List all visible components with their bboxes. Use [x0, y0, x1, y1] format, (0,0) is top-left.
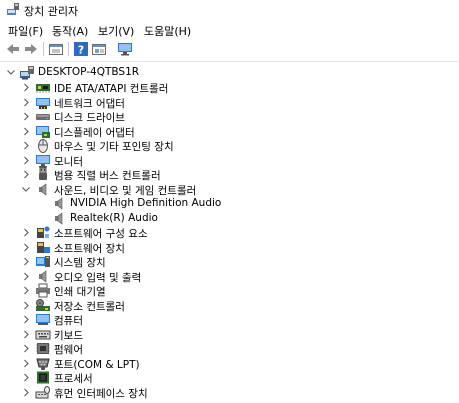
print-queue-icon [35, 283, 51, 298]
mouse-icon [35, 138, 51, 153]
properties-icon[interactable] [48, 41, 64, 57]
keyboard-icon [35, 327, 51, 342]
tree-item-monitor[interactable]: 모니터 [0, 153, 459, 168]
svg-text:?: ? [78, 44, 84, 57]
chevron-right-icon[interactable] [21, 299, 31, 312]
chevron-right-icon[interactable] [21, 313, 31, 326]
software-component-icon [35, 225, 51, 240]
menu-view[interactable]: 보기(V) [98, 23, 134, 39]
chevron-right-icon[interactable] [21, 241, 31, 254]
storage-controller-icon [35, 298, 51, 313]
speaker-icon [51, 211, 67, 226]
tree-item-disk[interactable]: 디스크 드라이브 [0, 109, 459, 124]
tree-item-print-queue[interactable]: 인쇄 대기열 [0, 283, 459, 298]
tree-item-computer[interactable]: 컴퓨터 [0, 312, 459, 327]
chevron-right-icon[interactable] [21, 154, 31, 167]
tree-item-sound[interactable]: 사운드, 비디오 및 게임 컨트롤러 [0, 182, 459, 197]
window-title: 장치 관리자 [24, 5, 79, 18]
usb-controller-icon [35, 167, 51, 182]
menu-file[interactable]: 파일(F) [8, 23, 43, 39]
toolbar-separator [68, 42, 69, 56]
tree-item-usb[interactable]: 범용 직렬 버스 컨트롤러 [0, 167, 459, 182]
tree-item-network[interactable]: 네트워크 어댑터 [0, 95, 459, 110]
monitor-scan-icon[interactable] [117, 41, 133, 57]
toolbar-separator [43, 42, 44, 56]
chevron-right-icon[interactable] [21, 371, 31, 384]
title-bar: 장치 관리자 [0, 0, 459, 20]
tree-child-nvidia-audio[interactable]: NVIDIA High Definition Audio [0, 196, 459, 211]
menu-bar: 파일(F) 동작(A) 보기(V) 도움말(H) [0, 20, 459, 40]
disk-drive-icon [35, 109, 51, 124]
chevron-down-icon[interactable] [6, 66, 16, 79]
chevron-right-icon[interactable] [21, 125, 31, 138]
tree-item-ide[interactable]: IDE ATA/ATAPI 컨트롤러 [0, 80, 459, 95]
back-arrow-icon[interactable] [5, 41, 21, 57]
chevron-right-icon[interactable] [21, 270, 31, 283]
tree-item-firmware[interactable]: 펌웨어 [0, 341, 459, 356]
tree-item-software-component[interactable]: 소프트웨어 구성 요소 [0, 225, 459, 240]
chevron-right-icon[interactable] [21, 284, 31, 297]
speaker-icon [35, 182, 51, 197]
chevron-right-icon[interactable] [21, 110, 31, 123]
tree-item-software-device[interactable]: 소프트웨어 장치 [0, 240, 459, 255]
tree-item-ports[interactable]: 포트(COM & LPT) [0, 356, 459, 371]
forward-arrow-icon[interactable] [23, 41, 39, 57]
help-icon[interactable]: ? [73, 41, 89, 57]
hid-icon [35, 385, 51, 400]
tree-item-keyboard[interactable]: 키보드 [0, 327, 459, 342]
toolbar: ? [0, 40, 459, 58]
speaker-icon [51, 196, 67, 211]
menu-action[interactable]: 동작(A) [52, 23, 88, 39]
chevron-right-icon[interactable] [21, 139, 31, 152]
tree-item-system[interactable]: 시스템 장치 [0, 254, 459, 269]
details-icon[interactable] [91, 41, 107, 57]
firmware-icon [35, 341, 51, 356]
tree-root-label: DESKTOP-4QTBS1R [38, 66, 140, 78]
chevron-right-icon[interactable] [21, 81, 31, 94]
tree-item-processor[interactable]: 프로세서 [0, 370, 459, 385]
tree-item-storage[interactable]: 저장소 컨트롤러 [0, 298, 459, 313]
chevron-right-icon[interactable] [21, 342, 31, 355]
computer-root-icon [19, 65, 35, 80]
monitor-icon [35, 153, 51, 168]
display-adapter-icon [35, 124, 51, 139]
tree-item-mouse[interactable]: 마우스 및 기타 포인팅 장치 [0, 138, 459, 153]
menu-help[interactable]: 도움말(H) [144, 23, 191, 39]
tree-item-display[interactable]: 디스플레이 어댑터 [0, 124, 459, 139]
software-device-icon [35, 240, 51, 255]
network-adapter-icon [35, 95, 51, 110]
audio-io-icon [35, 269, 51, 284]
tree-item-label: 휴먼 인터페이스 장치 [54, 387, 148, 400]
chevron-down-icon[interactable] [21, 183, 31, 196]
tree-child-realtek-audio[interactable]: Realtek(R) Audio [0, 211, 459, 226]
tree-item-hid[interactable]: 휴먼 인터페이스 장치 [0, 385, 459, 400]
tree-child-label: NVIDIA High Definition Audio [70, 197, 222, 209]
system-device-icon [35, 254, 51, 269]
chevron-right-icon[interactable] [21, 255, 31, 268]
chevron-right-icon[interactable] [21, 328, 31, 341]
ide-controller-icon [35, 80, 51, 95]
chevron-right-icon[interactable] [21, 168, 31, 181]
tree-item-audio-io[interactable]: 오디오 입력 및 출력 [0, 269, 459, 284]
chevron-right-icon[interactable] [21, 226, 31, 239]
toolbar-divider [0, 61, 459, 62]
computer-icon [35, 312, 51, 327]
port-icon [35, 356, 51, 371]
device-manager-icon [6, 2, 20, 16]
processor-icon [35, 370, 51, 385]
chevron-right-icon[interactable] [21, 386, 31, 399]
chevron-right-icon[interactable] [21, 96, 31, 109]
tree-child-label: Realtek(R) Audio [70, 211, 158, 224]
chevron-right-icon[interactable] [21, 357, 31, 370]
tree-root[interactable]: DESKTOP-4QTBS1R [0, 65, 459, 80]
